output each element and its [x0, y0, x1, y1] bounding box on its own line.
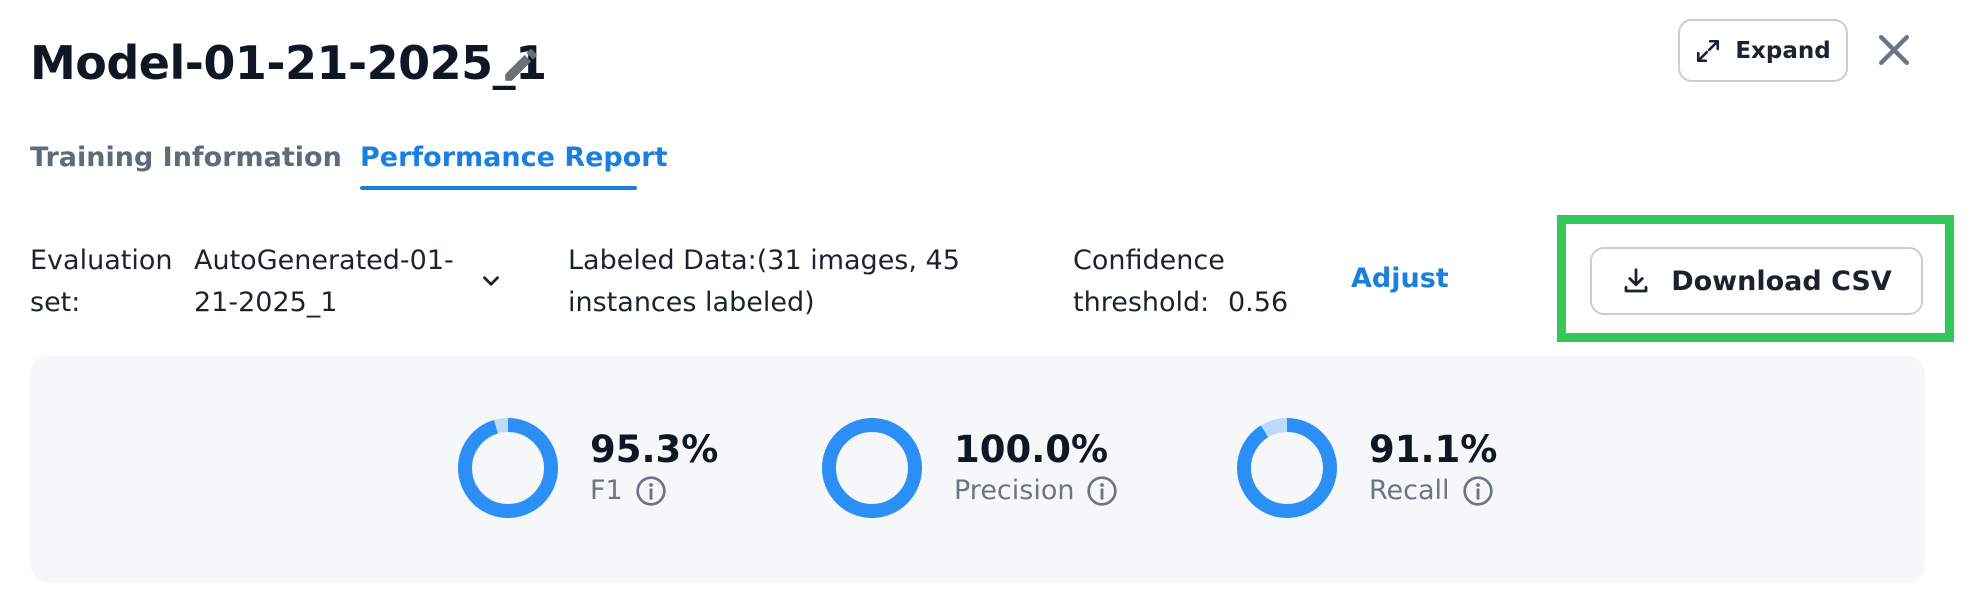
f1-donut-chart — [458, 418, 558, 518]
recall-value: 91.1% — [1369, 428, 1498, 471]
tab-training-information[interactable]: Training Information — [30, 142, 342, 173]
confidence-threshold-label: Confidence threshold: — [1073, 245, 1225, 318]
metric-precision: 100.0% Precision — [822, 418, 1118, 518]
download-icon — [1624, 268, 1648, 293]
info-icon[interactable] — [1086, 475, 1118, 507]
adjust-link[interactable]: Adjust — [1351, 263, 1449, 294]
confidence-threshold-value: 0.56 — [1228, 287, 1289, 318]
expand-button[interactable]: Expand — [1678, 19, 1848, 82]
f1-value: 95.3% — [590, 428, 719, 471]
expand-arrows-icon — [1697, 39, 1720, 62]
precision-donut-chart — [822, 418, 922, 518]
evaluation-set-label: Evaluation set: — [30, 245, 173, 318]
labeled-data-summary: Labeled Data:(31 images, 45 instances la… — [568, 245, 960, 318]
f1-label: F1 — [590, 475, 623, 506]
info-icon[interactable] — [1462, 475, 1494, 507]
evaluation-set-select[interactable]: AutoGenerated-01-21-2025_1 — [194, 240, 464, 324]
close-icon[interactable] — [1872, 28, 1916, 72]
chevron-down-icon[interactable] — [478, 268, 504, 294]
precision-label: Precision — [954, 475, 1075, 506]
tab-performance-report[interactable]: Performance Report — [360, 142, 668, 173]
active-tab-indicator — [360, 186, 637, 190]
recall-donut-chart — [1237, 418, 1337, 518]
download-csv-label: Download CSV — [1671, 265, 1892, 297]
page-title: Model-01-21-2025_1 — [30, 36, 547, 90]
precision-value: 100.0% — [954, 428, 1109, 471]
expand-label: Expand — [1735, 37, 1831, 64]
edit-pencil-icon[interactable] — [500, 44, 542, 86]
download-csv-button[interactable]: Download CSV — [1590, 247, 1923, 315]
metric-recall: 91.1% Recall — [1237, 418, 1497, 518]
recall-label: Recall — [1369, 475, 1450, 506]
metric-f1: 95.3% F1 — [458, 418, 718, 518]
info-icon[interactable] — [635, 475, 667, 507]
